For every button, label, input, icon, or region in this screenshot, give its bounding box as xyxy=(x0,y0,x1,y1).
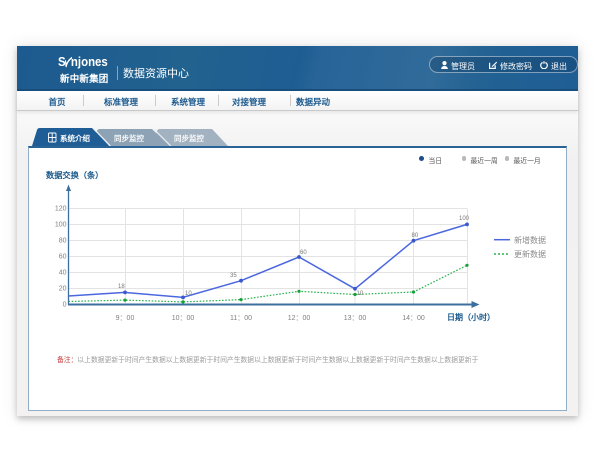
svg-text:新增数据: 新增数据 xyxy=(514,235,546,245)
svg-text:80: 80 xyxy=(412,233,419,239)
svg-text:10：00: 10：00 xyxy=(172,315,195,322)
svg-text:40: 40 xyxy=(59,270,67,277)
svg-text:100: 100 xyxy=(55,222,67,229)
svg-text:9：00: 9：00 xyxy=(116,315,135,322)
svg-text:60: 60 xyxy=(300,250,307,256)
svg-text:120: 120 xyxy=(55,206,67,213)
svg-text:10: 10 xyxy=(185,291,192,297)
svg-text:10: 10 xyxy=(357,291,364,297)
svg-text:20: 20 xyxy=(59,286,67,293)
svg-text:60: 60 xyxy=(59,254,67,261)
svg-text:更新数据: 更新数据 xyxy=(514,249,546,259)
svg-text:80: 80 xyxy=(59,238,67,245)
svg-text:0: 0 xyxy=(63,302,67,309)
svg-text:13：00: 13：00 xyxy=(344,315,367,322)
svg-text:35: 35 xyxy=(230,273,237,279)
svg-text:18: 18 xyxy=(118,284,125,290)
svg-text:日期（小时）: 日期（小时） xyxy=(447,312,495,322)
svg-text:14：00: 14：00 xyxy=(402,315,425,322)
svg-text:100: 100 xyxy=(459,216,470,222)
svg-text:11：00: 11：00 xyxy=(230,315,252,322)
svg-text:12：00: 12：00 xyxy=(288,315,311,322)
